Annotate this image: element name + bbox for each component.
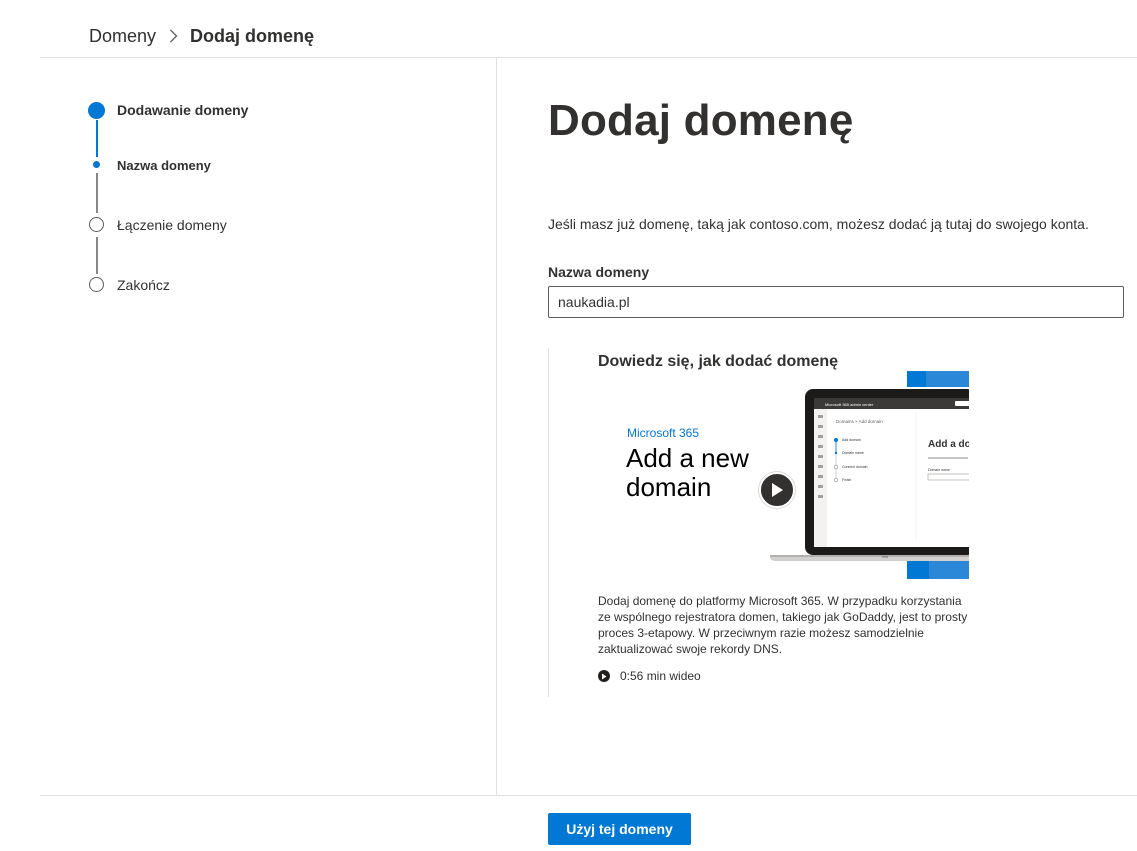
learn-title: Dowiedz się, jak dodać domenę: [598, 353, 839, 370]
mock-field-label: Domain name: [928, 468, 950, 472]
mock-step: Add domain: [842, 438, 861, 442]
step-connector: [96, 120, 98, 157]
header-divider: [40, 57, 1137, 58]
step-pending-indicator: [89, 217, 104, 232]
learn-card: Dowiedz się, jak dodać domenę Microsoft …: [548, 348, 978, 697]
substep-domain-name: Nazwa domeny: [117, 158, 211, 173]
play-icon[interactable]: [759, 472, 795, 508]
step-connector: [96, 237, 98, 274]
learn-description: Dodaj domenę do platformy Microsoft 365.…: [598, 594, 968, 656]
page-title: Dodaj domenę: [548, 96, 854, 145]
mock-step: Finish: [842, 478, 851, 482]
breadcrumb-domains-link[interactable]: Domeny: [89, 26, 156, 47]
mock-heading: Add a do: [928, 439, 969, 450]
domain-name-input[interactable]: [548, 286, 1124, 318]
wizard-stepper: Dodawanie domeny Nazwa domeny Łączenie d…: [88, 100, 468, 300]
video-duration: 0:56 min wideo: [598, 669, 701, 683]
step-pending-indicator: [89, 277, 104, 292]
breadcrumb: Domeny Dodaj domenę: [89, 24, 314, 48]
thumbnail-headline: domain: [626, 472, 712, 502]
chevron-right-icon: [169, 29, 178, 43]
panel-divider: [496, 58, 497, 795]
thumbnail-brand: Microsoft 365: [627, 426, 700, 440]
use-this-domain-button[interactable]: Użyj tej domeny: [548, 813, 691, 845]
substep-indicator: [93, 161, 100, 168]
footer-divider: [40, 795, 1137, 796]
mock-step: Domain name: [842, 451, 864, 455]
step-add-domain: Dodawanie domeny: [117, 102, 249, 118]
intro-text: Jeśli masz już domenę, taką jak contoso.…: [548, 216, 1089, 232]
step-current-indicator: [88, 102, 105, 119]
mock-step: Connect domain: [842, 465, 868, 469]
step-finish: Zakończ: [117, 277, 170, 293]
mock-breadcrumb: Domains > Add domain: [836, 419, 883, 424]
thumbnail-headline: Add a new: [626, 443, 749, 473]
domain-name-label: Nazwa domeny: [548, 264, 650, 280]
step-connect-domain: Łączenie domeny: [117, 217, 227, 233]
play-icon: [598, 670, 610, 682]
mock-app-title: Microsoft 365 admin center: [825, 402, 874, 407]
step-connector: [96, 173, 98, 213]
breadcrumb-current: Dodaj domenę: [190, 25, 315, 46]
video-duration-text: 0:56 min wideo: [620, 669, 701, 683]
video-thumbnail[interactable]: Microsoft 365 admin center Domains > Add…: [598, 371, 969, 579]
